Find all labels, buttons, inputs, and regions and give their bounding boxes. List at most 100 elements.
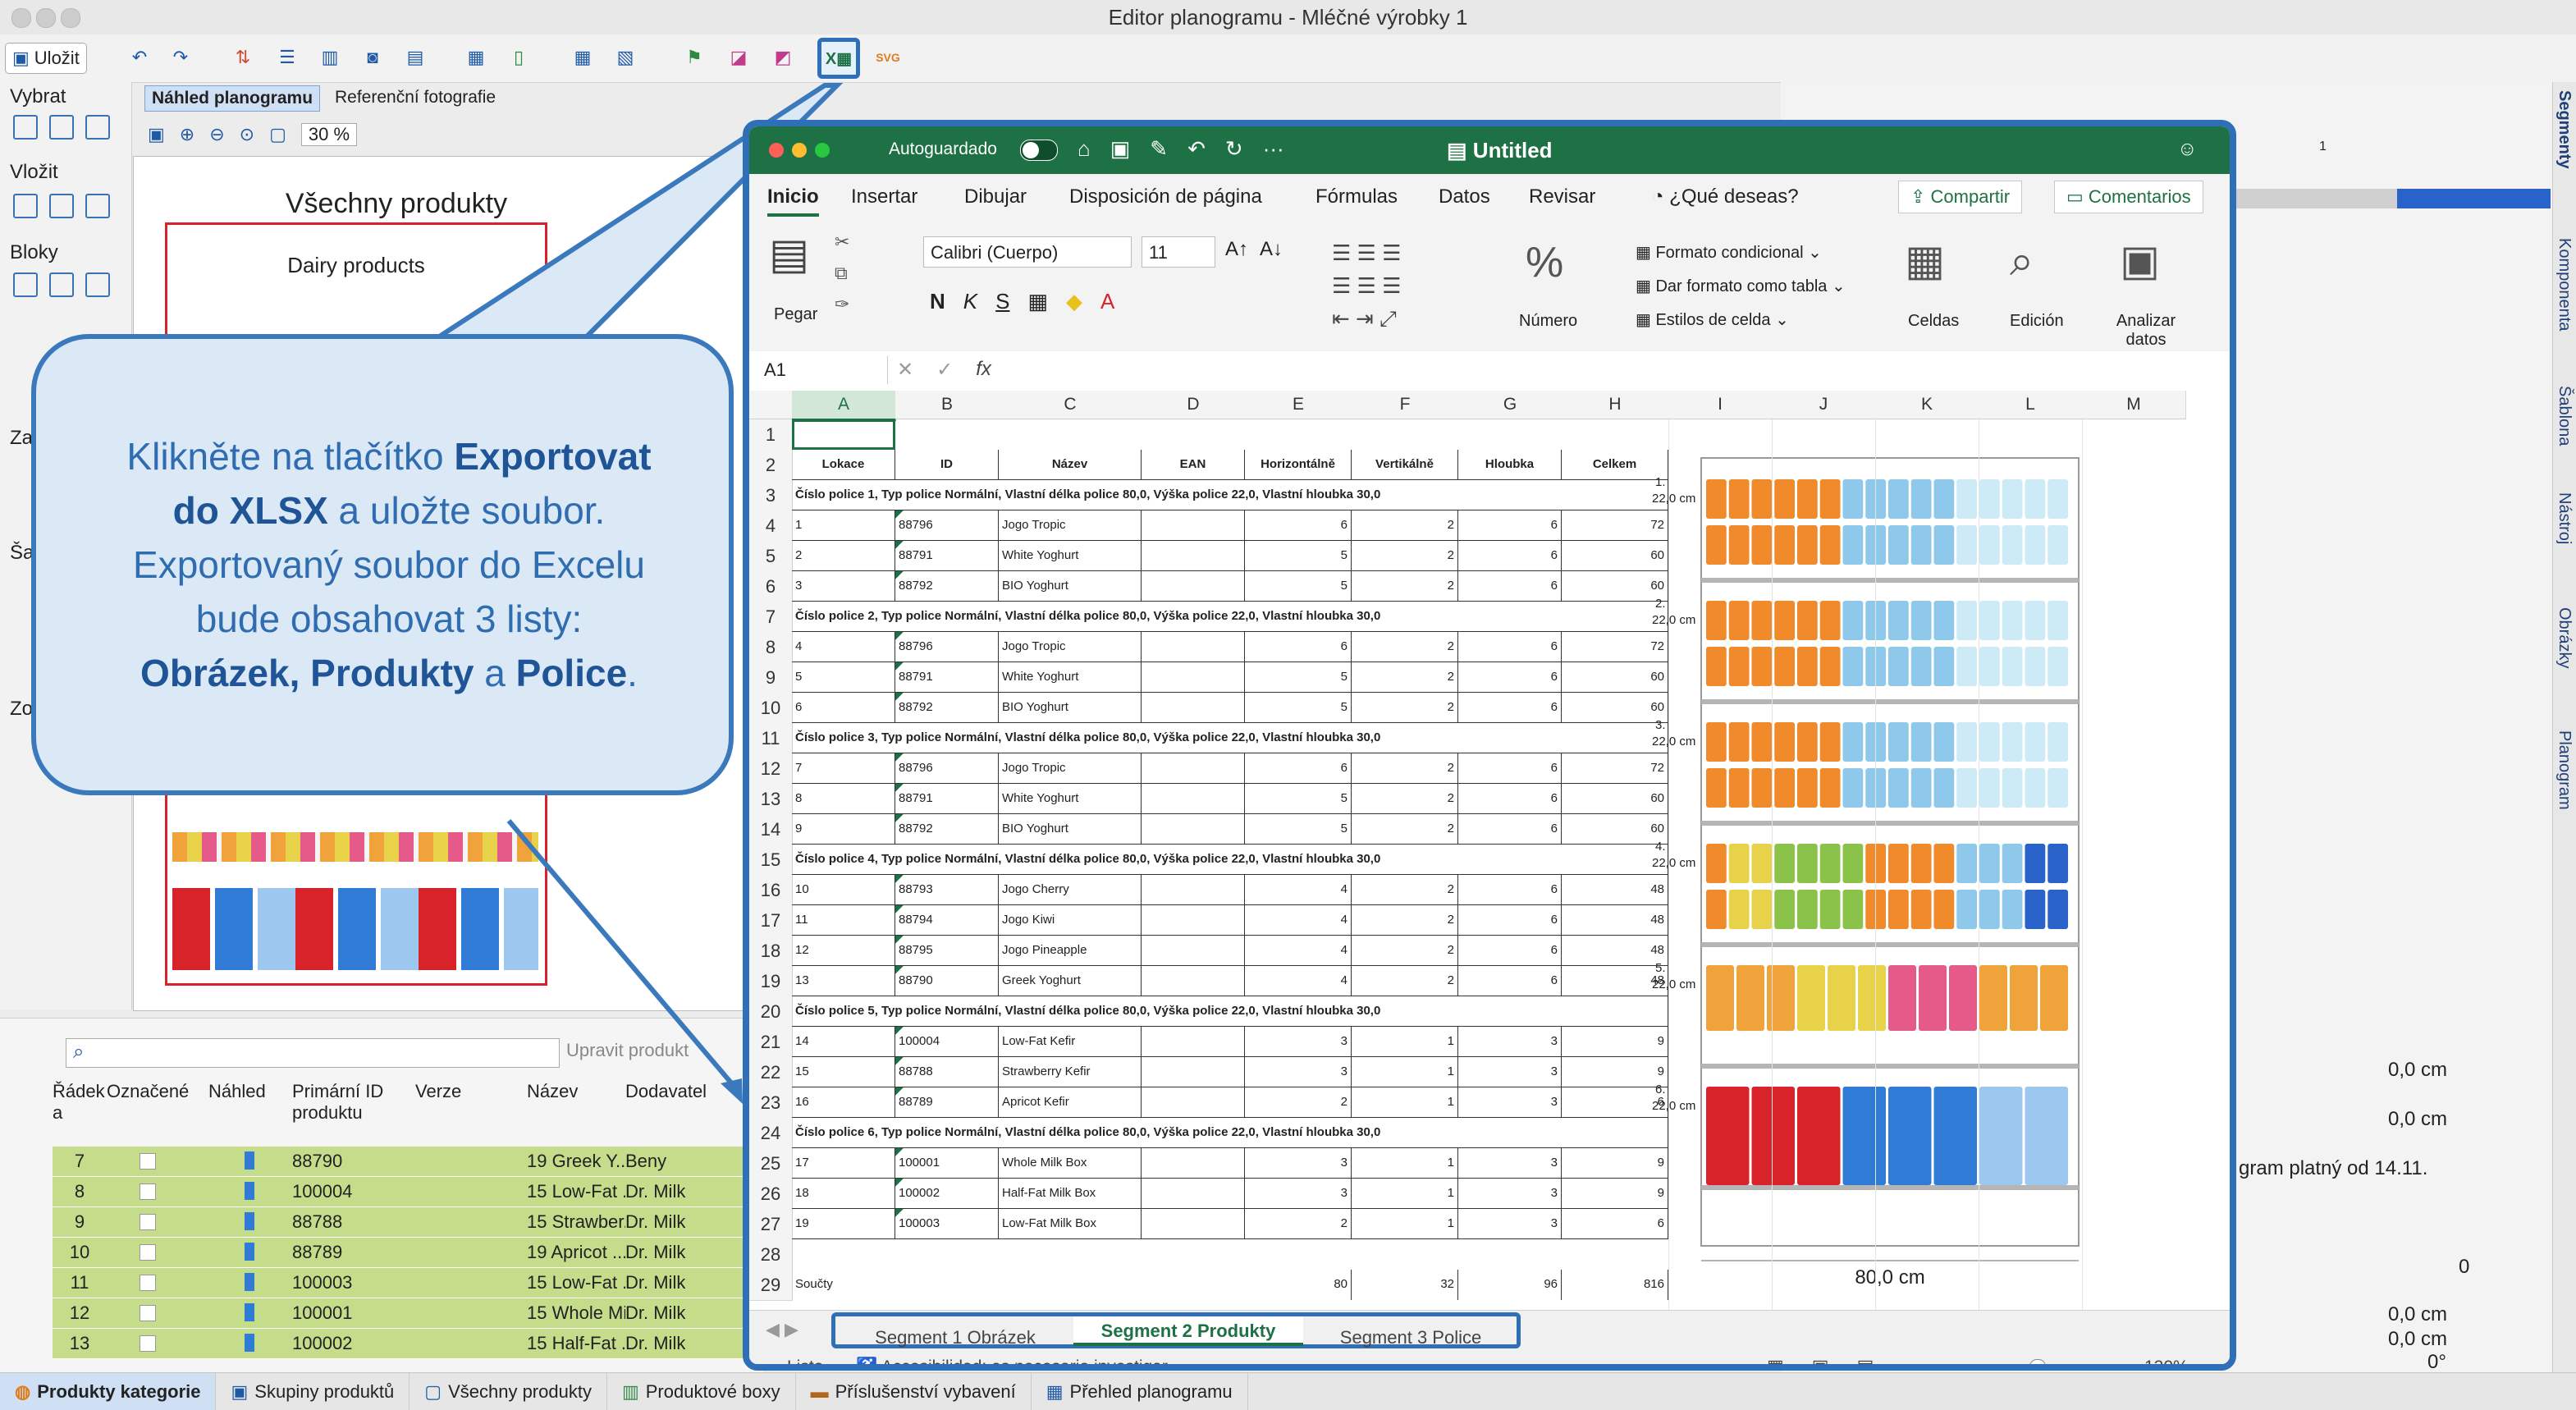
- data-cell[interactable]: Jogo Cherry: [999, 875, 1142, 905]
- row-header[interactable]: 10: [749, 693, 793, 724]
- row-header[interactable]: 25: [749, 1148, 793, 1179]
- editing-icon[interactable]: ⌕: [2010, 236, 2034, 286]
- data-cell[interactable]: Jogo Pineapple: [999, 936, 1142, 966]
- data-cell[interactable]: 4: [792, 632, 895, 662]
- data-cell[interactable]: 6: [1458, 510, 1562, 541]
- data-cell[interactable]: 6: [1245, 753, 1352, 784]
- page-break-icon[interactable]: ▤: [1857, 1356, 1874, 1364]
- row-header[interactable]: 17: [749, 905, 793, 936]
- autosave-toggle[interactable]: [1020, 140, 1058, 161]
- data-cell[interactable]: Strawberry Kefir: [999, 1057, 1142, 1087]
- table-header-cell[interactable]: Vertikálně: [1352, 450, 1458, 480]
- row-header[interactable]: 9: [749, 662, 793, 694]
- data-cell[interactable]: 6: [1562, 1209, 1668, 1239]
- column-header[interactable]: A: [792, 391, 896, 421]
- data-cell[interactable]: 5: [1245, 571, 1352, 602]
- data-cell[interactable]: 13: [792, 966, 895, 996]
- data-cell[interactable]: 14: [792, 1027, 895, 1057]
- data-cell[interactable]: 88793: [895, 875, 999, 905]
- data-cell[interactable]: 4: [1245, 966, 1352, 996]
- data-cell[interactable]: 60: [1562, 541, 1668, 571]
- data-cell[interactable]: 48: [1562, 966, 1668, 996]
- data-cell[interactable]: 6: [1458, 662, 1562, 693]
- data-cell[interactable]: 1: [1352, 1027, 1458, 1057]
- shelf-title-cell[interactable]: Číslo police 1, Typ police Normální, Vla…: [792, 480, 1668, 510]
- tell-me[interactable]: ◔ ¿Qué deseas?: [1652, 185, 1799, 208]
- data-cell[interactable]: 60: [1562, 662, 1668, 693]
- tab-inicio[interactable]: Inicio: [767, 185, 819, 217]
- share-button[interactable]: ⇪ Compartir: [1898, 181, 2023, 213]
- data-cell[interactable]: 5: [1245, 814, 1352, 845]
- name-box[interactable]: A1: [754, 356, 888, 384]
- data-cell[interactable]: 9: [1562, 1148, 1668, 1179]
- function-icon[interactable]: fx: [976, 358, 991, 382]
- row-header[interactable]: 20: [749, 996, 793, 1028]
- row-header[interactable]: 7: [749, 602, 793, 633]
- data-cell[interactable]: 6: [792, 693, 895, 723]
- percent-icon[interactable]: %: [1526, 238, 1563, 287]
- data-cell[interactable]: [1142, 1209, 1245, 1239]
- data-cell[interactable]: [1142, 1027, 1245, 1057]
- data-cell[interactable]: 1: [1352, 1148, 1458, 1179]
- data-cell[interactable]: 88792: [895, 571, 999, 602]
- data-cell[interactable]: 9: [792, 814, 895, 845]
- row-header[interactable]: 16: [749, 875, 793, 906]
- data-cell[interactable]: 72: [1562, 753, 1668, 784]
- data-cell[interactable]: 88790: [895, 966, 999, 996]
- data-cell[interactable]: 3: [1458, 1179, 1562, 1209]
- tab-insertar[interactable]: Insertar: [851, 185, 917, 208]
- shelf-title-cell[interactable]: Číslo police 2, Typ police Normální, Vla…: [792, 602, 1668, 632]
- data-cell[interactable]: 6: [1458, 814, 1562, 845]
- data-cell[interactable]: 3: [1458, 1087, 1562, 1118]
- data-cell[interactable]: 2: [1352, 541, 1458, 571]
- data-cell[interactable]: 6: [1458, 753, 1562, 784]
- data-cell[interactable]: 48: [1562, 936, 1668, 966]
- data-cell[interactable]: 7: [792, 753, 895, 784]
- excel-minimize-button[interactable]: [792, 143, 807, 158]
- sum-cell[interactable]: 816: [1562, 1270, 1668, 1300]
- cut-icon[interactable]: ✂: [835, 227, 849, 258]
- data-cell[interactable]: 2: [1352, 662, 1458, 693]
- data-cell[interactable]: BIO Yoghurt: [999, 814, 1142, 845]
- confirm-icon[interactable]: ✓: [936, 358, 953, 382]
- data-cell[interactable]: 9: [1562, 1027, 1668, 1057]
- data-cell[interactable]: 6: [1458, 875, 1562, 905]
- data-cell[interactable]: [1142, 693, 1245, 723]
- data-cell[interactable]: 6: [1458, 541, 1562, 571]
- data-cell[interactable]: 100004: [895, 1027, 999, 1057]
- data-cell[interactable]: 1: [792, 510, 895, 541]
- data-cell[interactable]: 2: [1352, 571, 1458, 602]
- data-cell[interactable]: 2: [1352, 510, 1458, 541]
- data-cell[interactable]: White Yoghurt: [999, 541, 1142, 571]
- row-header[interactable]: 28: [749, 1239, 793, 1270]
- data-cell[interactable]: Half-Fat Milk Box: [999, 1179, 1142, 1209]
- data-cell[interactable]: 88792: [895, 814, 999, 845]
- data-cell[interactable]: [1142, 571, 1245, 602]
- data-cell[interactable]: 4: [1245, 936, 1352, 966]
- table-header-cell[interactable]: Horizontálně: [1245, 450, 1352, 480]
- data-cell[interactable]: 60: [1562, 784, 1668, 814]
- grow-font-icon[interactable]: A↑: [1225, 238, 1248, 261]
- data-cell[interactable]: 15: [792, 1057, 895, 1087]
- data-cell[interactable]: Jogo Kiwi: [999, 905, 1142, 936]
- sum-cell[interactable]: 96: [1458, 1270, 1562, 1300]
- row-header[interactable]: 1: [749, 419, 793, 451]
- data-cell[interactable]: Low-Fat Milk Box: [999, 1209, 1142, 1239]
- row-header[interactable]: 3: [749, 480, 793, 511]
- comments-button[interactable]: ▭ Comentarios: [2054, 181, 2203, 213]
- table-header-cell[interactable]: Hloubka: [1458, 450, 1562, 480]
- data-cell[interactable]: 100003: [895, 1209, 999, 1239]
- redo-icon[interactable]: ↻: [1225, 136, 1243, 162]
- data-cell[interactable]: 3: [1245, 1057, 1352, 1087]
- excel-close-button[interactable]: [769, 143, 784, 158]
- data-cell[interactable]: 88792: [895, 693, 999, 723]
- cancel-icon[interactable]: ✕: [897, 358, 913, 382]
- data-cell[interactable]: 2: [1352, 875, 1458, 905]
- data-cell[interactable]: Greek Yoghurt: [999, 966, 1142, 996]
- zoom-slider[interactable]: [2029, 1359, 2046, 1364]
- data-cell[interactable]: 1: [1352, 1179, 1458, 1209]
- copy-icon[interactable]: ⧉: [835, 258, 849, 289]
- row-header[interactable]: 18: [749, 936, 793, 967]
- format-painter-icon[interactable]: ✑: [835, 289, 849, 320]
- column-header[interactable]: M: [2082, 391, 2186, 419]
